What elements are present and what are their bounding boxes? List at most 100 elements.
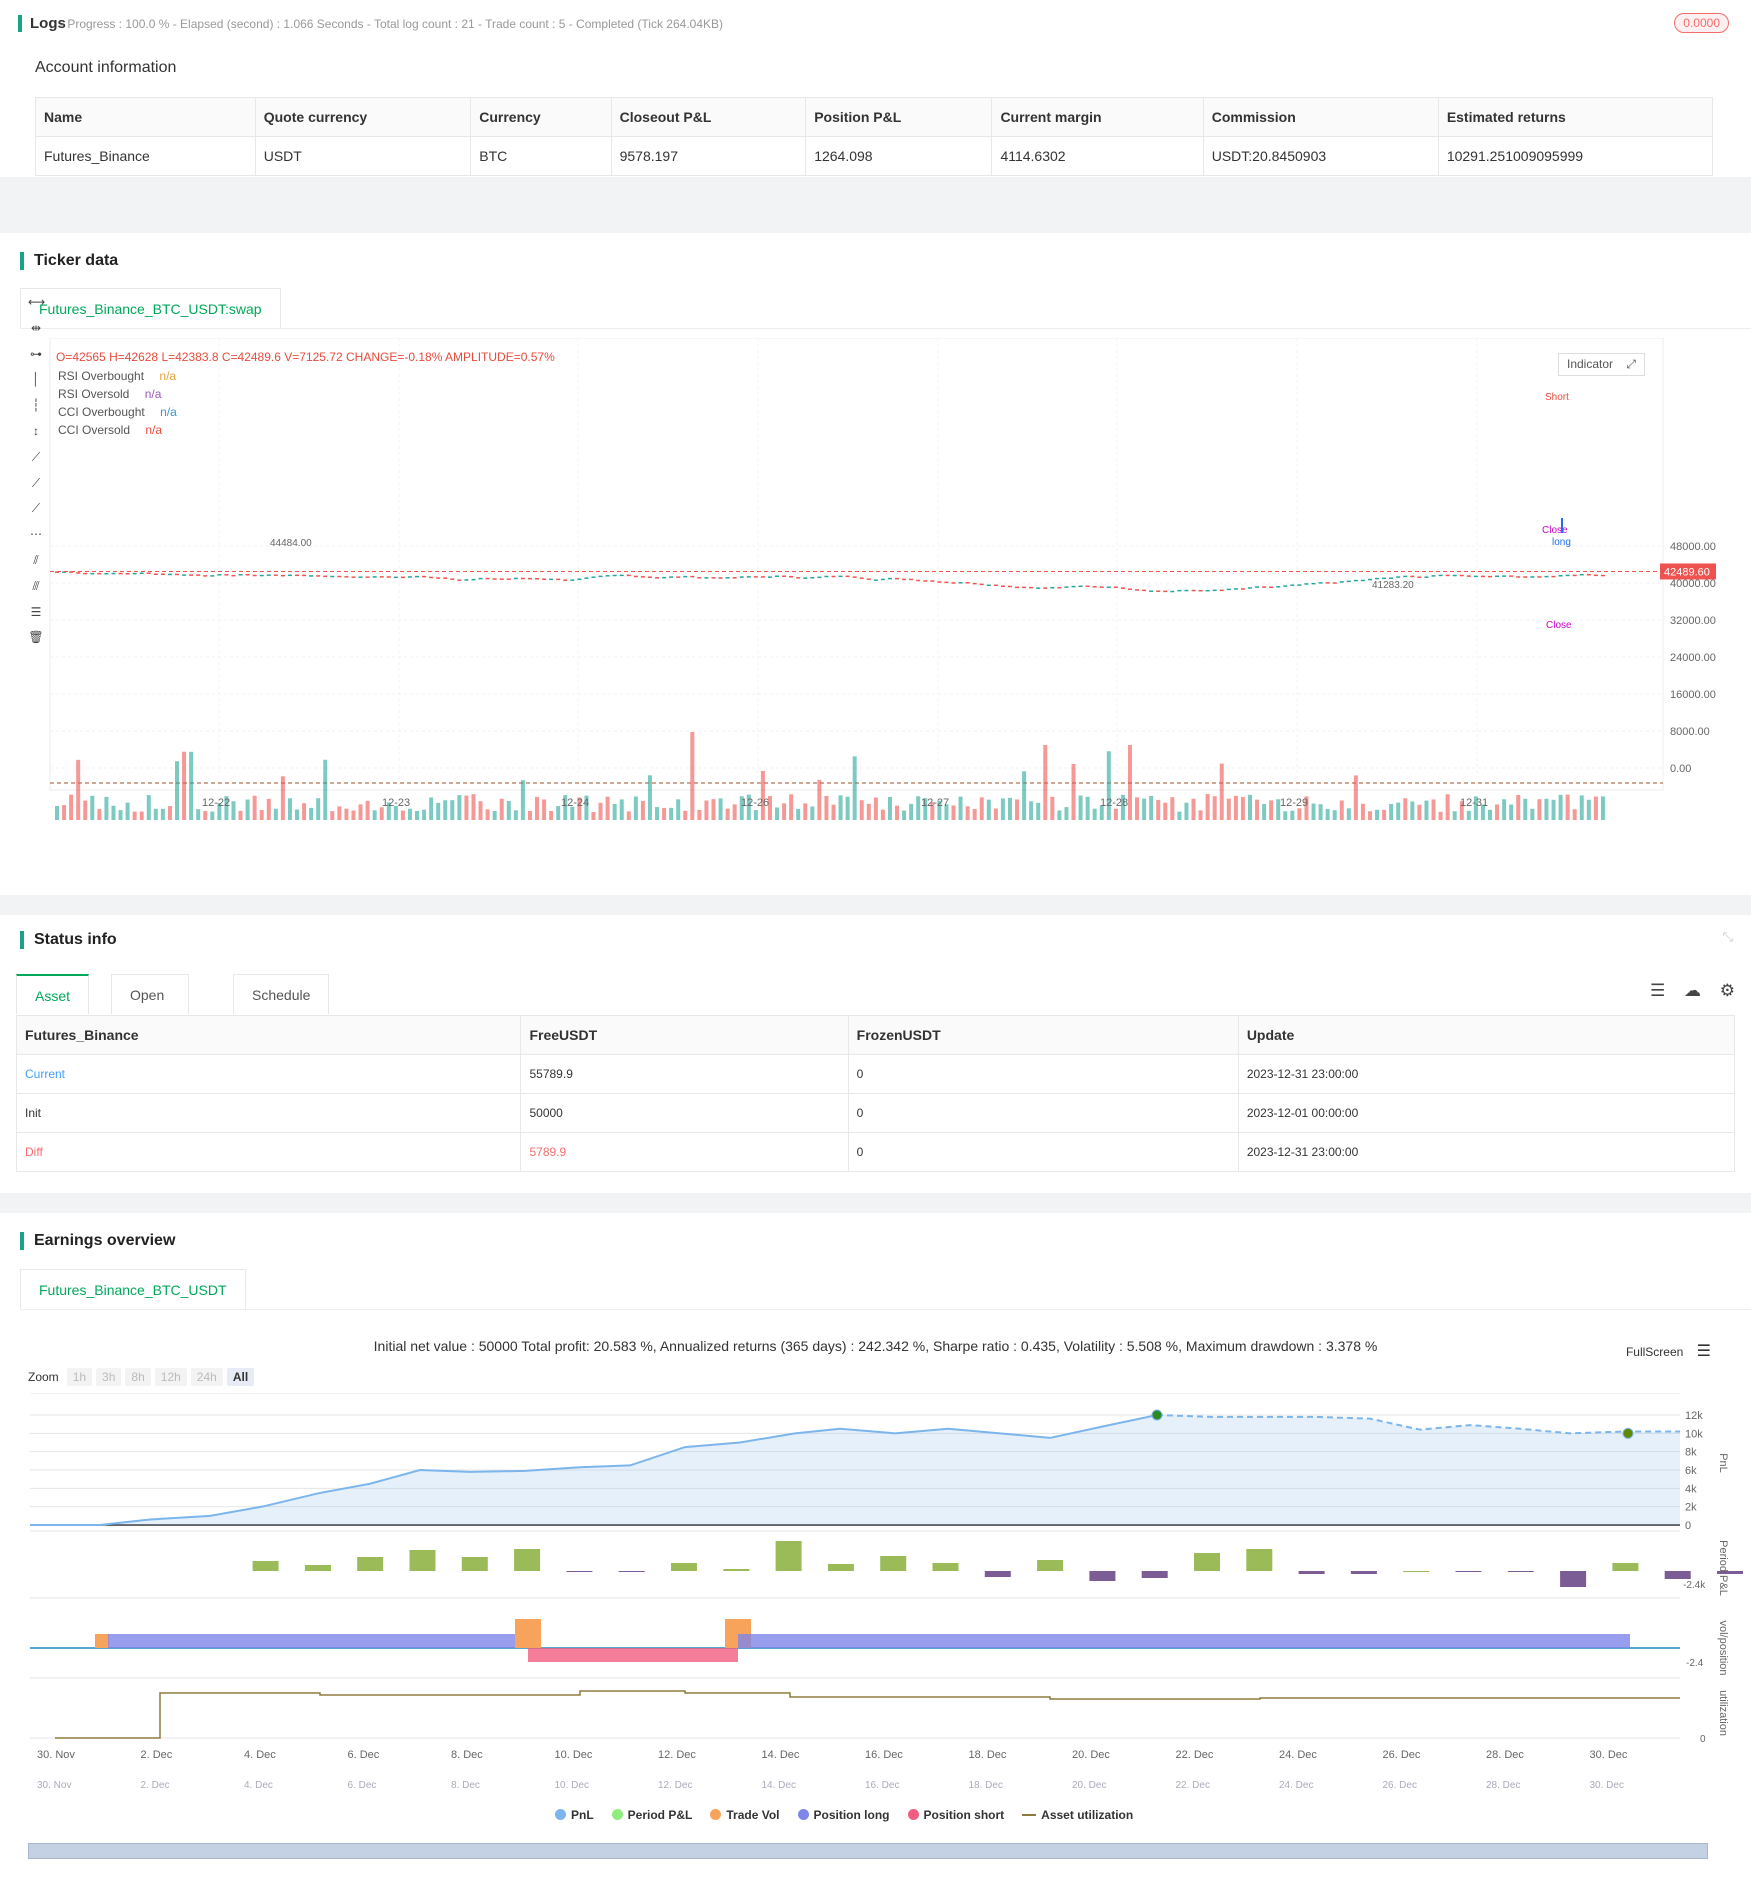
candle bbox=[1198, 589, 1203, 592]
volume-bar bbox=[1226, 798, 1231, 820]
indicator-button[interactable]: Indicator ⤢ bbox=[1558, 353, 1645, 376]
zoom-12h[interactable]: 12h bbox=[154, 1368, 187, 1386]
navigator-date-label: 8. Dec bbox=[451, 1780, 480, 1791]
legend-period-p-l[interactable]: Period P&L bbox=[611, 1808, 692, 1822]
chart-frame bbox=[49, 338, 1664, 791]
legend-position-short[interactable]: Position short bbox=[907, 1808, 1004, 1822]
volume-bar bbox=[210, 811, 215, 820]
price-label-icon[interactable]: ⋯ bbox=[28, 527, 44, 541]
table-row: Init 50000 0 2023-12-01 00:00:00 bbox=[15, 1093, 1736, 1133]
volume-bar bbox=[485, 809, 490, 820]
volume-bar bbox=[196, 809, 201, 820]
indicator-name: CCI Overbought bbox=[58, 405, 145, 419]
vertical-ray-icon[interactable]: ┆ bbox=[28, 398, 44, 412]
indicator-item: CCI Overbought n/a bbox=[58, 403, 177, 421]
navigator-bar[interactable] bbox=[28, 1843, 1708, 1859]
gear-icon[interactable]: ⚙ bbox=[1720, 981, 1735, 1000]
legend-position-long[interactable]: Position long bbox=[797, 1808, 890, 1822]
legend-asset-utilization[interactable]: Asset utilization bbox=[1022, 1808, 1133, 1822]
volume-bar bbox=[605, 796, 610, 820]
candle bbox=[104, 573, 109, 575]
volume-bar bbox=[1431, 799, 1436, 820]
pitchfork-icon[interactable]: ⫻ bbox=[28, 579, 44, 593]
volume-bar bbox=[527, 811, 532, 820]
cloud-icon[interactable]: ☁ bbox=[1684, 981, 1701, 1000]
status-tab-open-orders[interactable]: Open orders bbox=[111, 974, 189, 1043]
ticker-tab[interactable]: Futures_Binance_BTC_USDT:swap bbox=[20, 288, 281, 328]
volume-bar bbox=[238, 810, 243, 820]
earnings-tab[interactable]: Futures_Binance_BTC_USDT bbox=[20, 1269, 246, 1309]
volume-bar bbox=[824, 795, 829, 820]
candle bbox=[760, 576, 765, 578]
account-header: Closeout P&L bbox=[610, 97, 807, 137]
legend-pnl[interactable]: PnL bbox=[555, 1808, 594, 1822]
candle bbox=[1000, 585, 1005, 587]
menu-icon[interactable]: ☰ bbox=[1697, 1343, 1711, 1360]
candle bbox=[365, 576, 370, 578]
volume-bar bbox=[1007, 797, 1012, 820]
volume-bar bbox=[365, 800, 370, 820]
candle bbox=[669, 576, 674, 578]
candle bbox=[739, 576, 744, 578]
zoom-All[interactable]: All bbox=[226, 1368, 255, 1386]
vertical-line-icon[interactable]: │ bbox=[28, 372, 44, 386]
horizontal-segment-icon[interactable]: ⊶ bbox=[28, 347, 44, 361]
candle bbox=[386, 576, 391, 578]
volume-bar bbox=[506, 801, 511, 820]
legend-trade-vol[interactable]: Trade Vol bbox=[710, 1808, 780, 1822]
fullscreen-button[interactable]: FullScreen ☰ bbox=[1626, 1341, 1711, 1361]
expand-icon[interactable]: ⤢ bbox=[1626, 357, 1636, 371]
candle bbox=[513, 577, 518, 580]
date-tick-label: 12-31 bbox=[1460, 797, 1488, 809]
fibonacci-icon[interactable]: ☰ bbox=[28, 605, 44, 619]
volume-bar bbox=[337, 806, 342, 820]
horizontal-line-icon[interactable]: ⟷ bbox=[28, 295, 45, 309]
volume-bar bbox=[118, 810, 123, 820]
candle bbox=[393, 576, 398, 579]
candle bbox=[506, 578, 511, 580]
volume-bar bbox=[852, 756, 857, 820]
list-icon[interactable]: ☰ bbox=[1650, 981, 1665, 1000]
volume-bar bbox=[464, 795, 469, 820]
candle bbox=[1495, 575, 1500, 578]
vertical-segment-icon[interactable]: ↕ bbox=[28, 424, 44, 438]
ray-line-icon[interactable]: ⟋ bbox=[28, 476, 44, 490]
period-pnl-bar bbox=[252, 1561, 279, 1571]
date-tick-label: 18. Dec bbox=[969, 1749, 1007, 1761]
parallel-channel-icon[interactable]: ⫽ bbox=[28, 553, 44, 567]
navigator-date-label: 26. Dec bbox=[1383, 1780, 1417, 1791]
indicator-value: n/a bbox=[144, 387, 162, 401]
trash-icon[interactable]: 🗑 bbox=[28, 630, 44, 644]
candle bbox=[979, 583, 984, 586]
horizontal-ray-icon[interactable]: ⇹ bbox=[28, 321, 44, 335]
date-tick-label: 12-27 bbox=[921, 797, 949, 809]
account-header: Currency bbox=[470, 97, 612, 137]
volume-bar bbox=[1502, 799, 1507, 820]
collapse-icon[interactable]: ⤡ bbox=[1723, 929, 1733, 945]
volume-bar bbox=[916, 796, 921, 820]
ohlc-readout: O=42565 H=42628 L=42383.8 C=42489.6 V=71… bbox=[56, 350, 555, 364]
candle bbox=[662, 576, 667, 579]
zoom-3h[interactable]: 3h bbox=[96, 1368, 122, 1386]
volume-bar bbox=[1389, 803, 1394, 820]
zoom-1h[interactable]: 1h bbox=[66, 1368, 93, 1386]
candle bbox=[478, 577, 483, 580]
earnings-panel: Earnings overview Futures_Binance_BTC_US… bbox=[0, 1213, 1751, 1891]
segment-line-icon[interactable]: ⟋ bbox=[28, 501, 44, 515]
candle bbox=[400, 576, 405, 579]
candle bbox=[1466, 575, 1471, 577]
volume-bar bbox=[1403, 798, 1408, 820]
zoom-8h[interactable]: 8h bbox=[125, 1368, 151, 1386]
zoom-24h[interactable]: 24h bbox=[190, 1368, 223, 1386]
volume-bar bbox=[1530, 808, 1535, 820]
candle bbox=[633, 575, 638, 578]
status-tab-asset[interactable]: Asset bbox=[16, 974, 90, 1014]
pnl-tick-label: 12k bbox=[1685, 1410, 1703, 1422]
date-tick-label: 12-29 bbox=[1280, 797, 1308, 809]
candle bbox=[873, 579, 878, 581]
table-row: Current 55789.9 0 2023-12-31 23:00:00 bbox=[15, 1054, 1736, 1094]
status-tab-schedule-orders[interactable]: Schedule orders bbox=[233, 974, 330, 1043]
volume-bar bbox=[1311, 803, 1316, 820]
trend-line-icon[interactable]: ⟋ bbox=[28, 450, 44, 464]
volume-bar bbox=[436, 802, 441, 820]
